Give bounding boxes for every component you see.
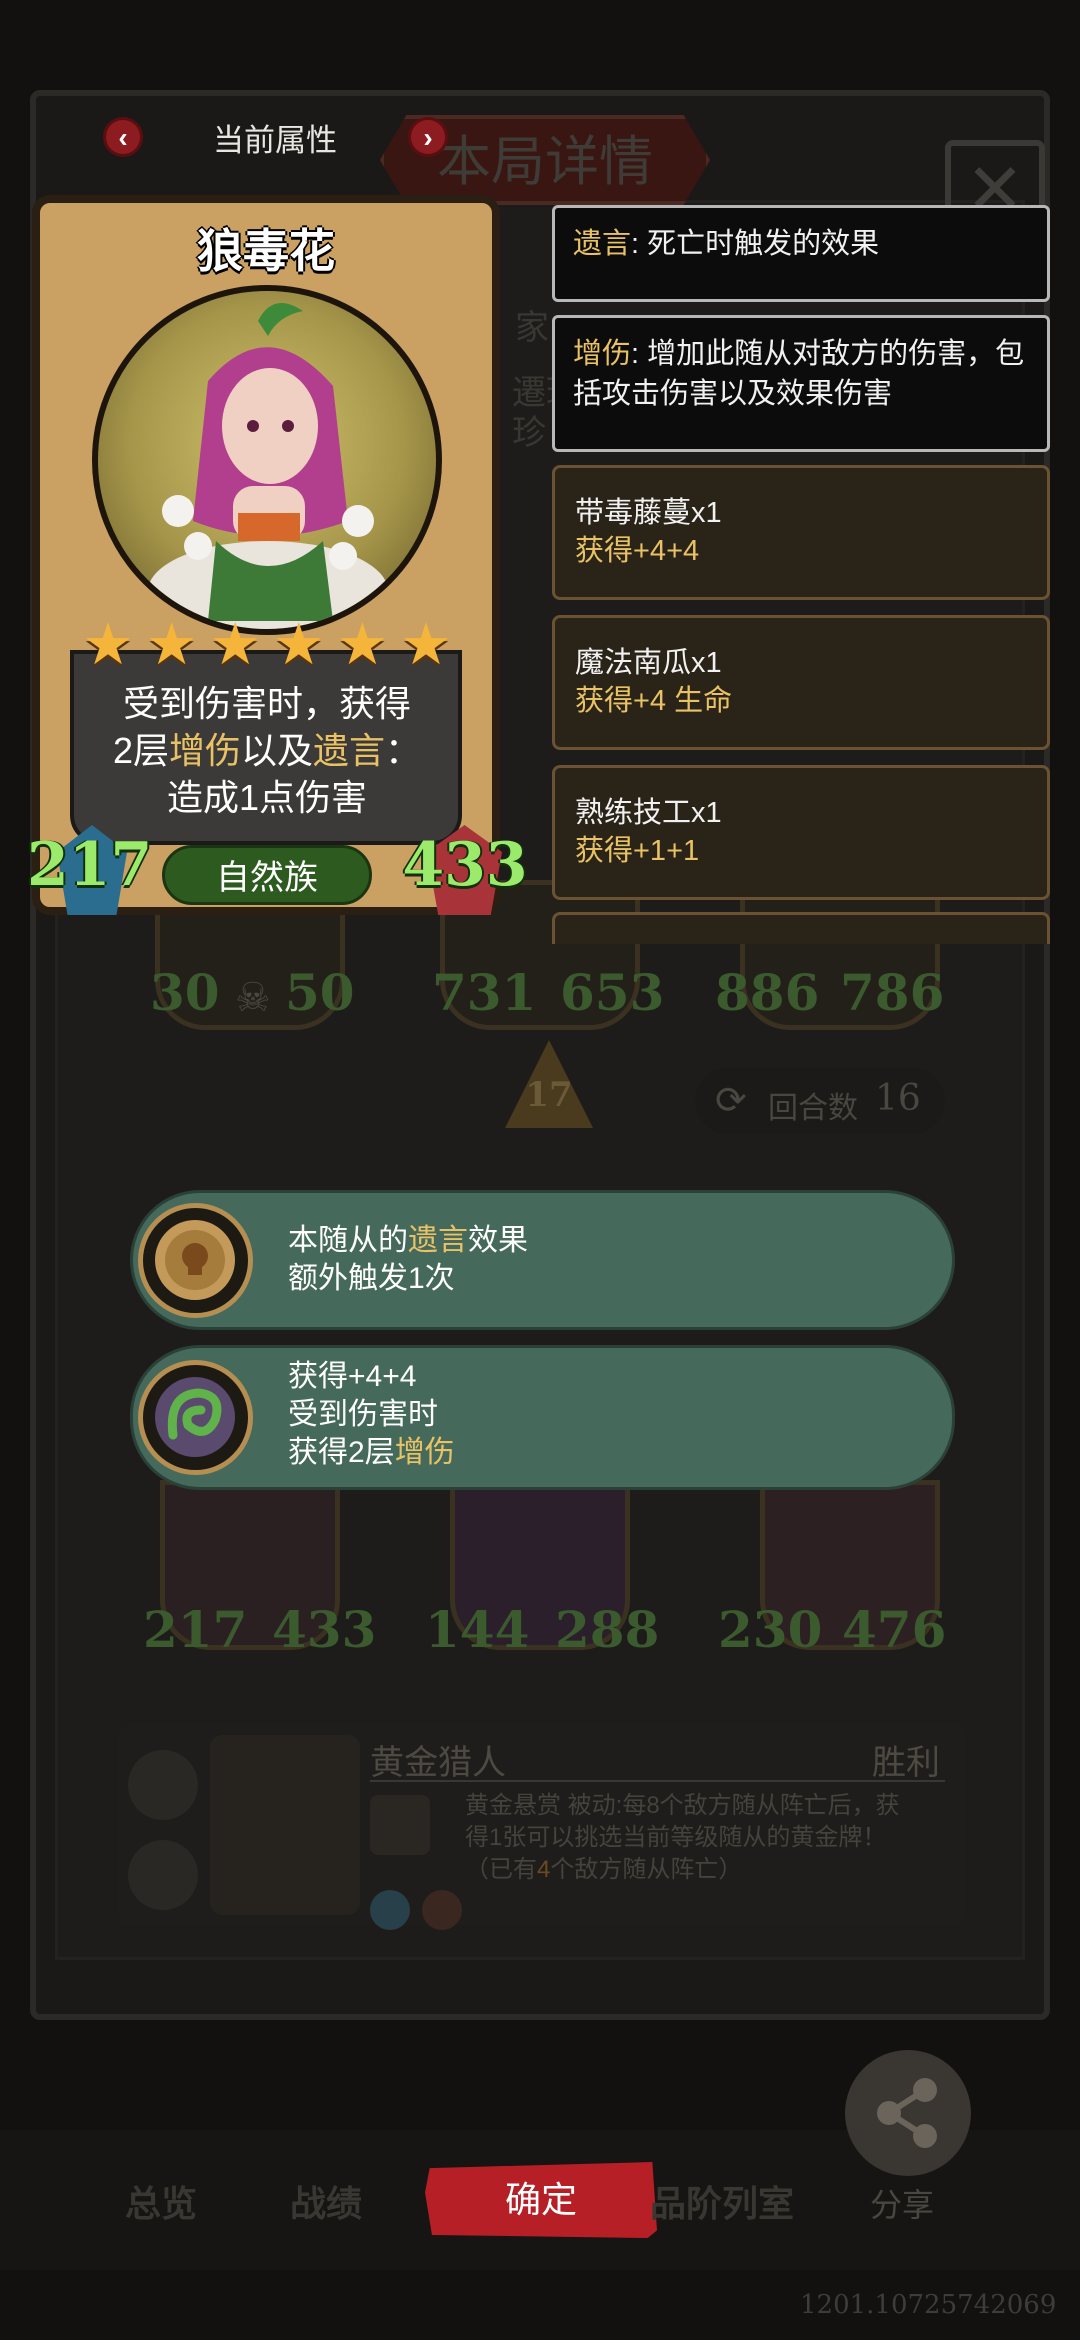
skill-line: （已有4个敌方随从阵亡） [465,1856,743,1883]
star-rating: ★ ★ ★ ★ ★ ★ [82,615,452,675]
star-icon: ★ [145,612,198,677]
tier-value: 17 [525,1075,573,1115]
version-text: 1201.10725742069 [800,2290,1057,2320]
tab-overview[interactable]: 总览 [125,2175,197,2227]
item-name: 魔法南瓜x1 [575,647,722,679]
minion-attack: 731 [432,963,537,1022]
minion-attack: 217 [143,1600,248,1659]
ability-icon [370,1890,410,1930]
skill-line: 得1张可以挑选当前等级随从的黄金牌！ [465,1824,887,1851]
round-value: 16 [875,1078,921,1119]
effect-line: 受到伤害时 [288,1398,438,1431]
keyword-label: 遗言 [573,228,632,260]
sword-icon[interactable] [128,1750,198,1820]
effect-pill [130,1345,955,1490]
minion-illustration [148,303,388,629]
skull-icon: ☠ [235,976,271,1020]
share-icon [877,2078,937,2148]
item-entry: 魔法南瓜x1 获得+4 生命 [552,615,1050,750]
keyword-tooltip-damage-boost: 增伤: 增加此随从对敌方的伤害，包括攻击伤害以及效果伤害 [552,315,1050,452]
keyword-deathrattle: 遗言 [408,1224,468,1257]
item-name: 带毒藤蔓x1 [575,497,722,529]
round-label: 回合数 [768,1092,858,1125]
keyword-deathrattle: 遗言 [313,730,386,771]
result-label: 胜利 [872,1744,940,1782]
health-value: 433 [402,830,528,900]
skill-line: 黄金悬赏 被动:每8个敌方随从阵亡后，获 [465,1792,900,1819]
minion-attack: 144 [425,1600,530,1659]
effect-line: 获得+4+4 [288,1360,417,1393]
item-effect: 获得+4+4 [575,535,700,567]
chevron-left-icon[interactable]: ‹ [103,117,143,157]
item-entry-partial [552,912,1050,944]
minion-health: 288 [555,1600,660,1659]
keyword-text: : 增加此随从对敌方的伤害，包括攻击伤害以及效果伤害 [573,338,1025,410]
card-description: 受到伤害时，获得 2层增伤以及遗言： 造成1点伤害 [82,680,452,821]
item-entry: 带毒藤蔓x1 获得+4+4 [552,465,1050,600]
ability-icon [422,1890,462,1930]
minion-health: 653 [560,963,665,1022]
tab-collection[interactable]: 品阶列室 [650,2175,794,2227]
keyword-text: : 死亡时触发的效果 [631,228,880,260]
confirm-button[interactable]: 确定 [425,2162,657,2238]
divider [370,1780,945,1782]
skill-description: 黄金悬赏 被动:每8个敌方随从阵亡后，获 得1张可以挑选当前等级随从的黄金牌！ … [465,1790,900,1886]
effect-line: 获得2层增伤 [288,1436,455,1469]
keyword-tooltip-deathrattle: 遗言: 死亡时触发的效果 [552,205,1050,302]
star-icon: ★ [82,612,134,677]
tribe-badge: 自然族 [162,845,372,905]
minion-health: 433 [272,1600,377,1659]
skull-coin-graphic [155,1220,235,1300]
desc-line: 受到伤害时，获得 [122,683,411,724]
refresh-icon: ⟳ [715,1080,747,1122]
vine-graphic [155,1377,235,1457]
keyword-label: 增伤 [573,338,632,370]
opponent-name: 黄金猎人 [370,1744,506,1782]
card-name: 狼毒花 [197,225,335,277]
star-icon: ★ [399,612,452,677]
minion-attack: 886 [715,963,820,1022]
opponent-avatar [210,1735,360,1915]
star-icon: ★ [336,612,389,677]
item-entry: 熟练技工x1 获得+1+1 [552,765,1050,900]
effect-pill [130,1190,955,1330]
effect-text: 获得+4+4 受到伤害时 获得2层增伤 [288,1358,455,1472]
star-icon: ★ [272,612,325,677]
effect-line: 额外触发1次 [288,1262,455,1295]
minion-health: 476 [842,1600,947,1659]
effect-text: 本随从的遗言效果 额外触发1次 [288,1222,528,1298]
chevron-right-icon[interactable]: › [408,117,448,157]
minion-health: 786 [840,963,945,1022]
desc-line: 2层增伤以及遗言： [112,730,422,771]
attack-value: 217 [27,830,153,900]
minion-attack: 30 [150,963,220,1022]
item-effect: 获得+4 生命 [575,685,733,717]
faint-text: 珍 [512,414,546,452]
share-button[interactable] [845,2050,971,2176]
faint-text: 家 [515,309,549,347]
star-icon: ★ [209,612,262,677]
keyword-damage-boost: 增伤 [168,730,241,771]
minion-portrait [92,285,442,635]
attribute-title: 当前属性 [213,123,337,158]
effect-line: 本随从的遗言效果 [288,1224,528,1257]
item-effect: 获得+1+1 [575,835,700,867]
skull-coin-icon [138,1203,253,1318]
keyword-damage-boost: 增伤 [394,1436,455,1469]
item-name: 熟练技工x1 [575,797,722,829]
skill-icon [370,1795,430,1855]
minion-health: 50 [285,963,355,1022]
minion-attack: 230 [718,1600,823,1659]
desc-line: 造成1点伤害 [166,777,368,818]
share-label: 分享 [870,2187,935,2223]
vine-icon [138,1360,253,1475]
book-icon[interactable] [128,1840,198,1910]
tab-record[interactable]: 战绩 [290,2175,362,2227]
minion-detail-card: 狼毒花 ★ ★ ★ ★ ★ ★ 受到伤害时，获得 2层增伤以及遗言： 造成1点伤… [27,195,528,915]
